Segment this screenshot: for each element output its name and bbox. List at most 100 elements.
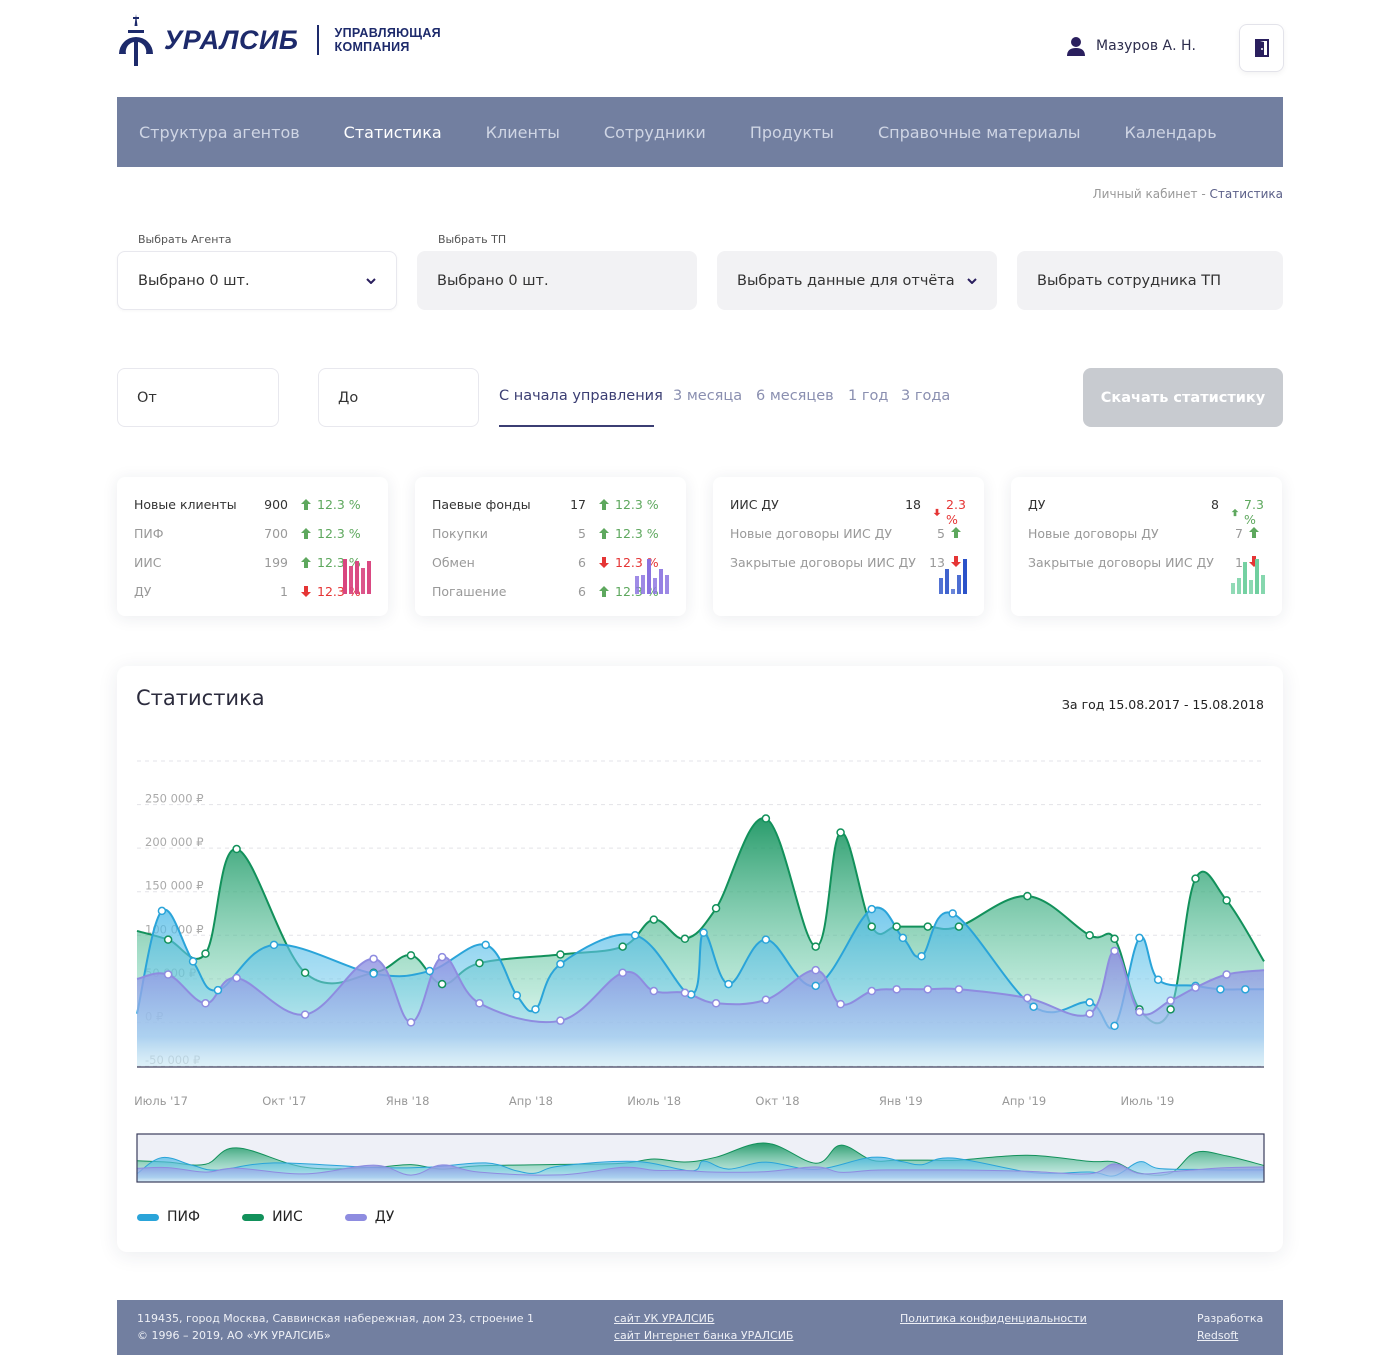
stat-card-mini-chart — [1231, 559, 1265, 594]
data-point-pif — [699, 928, 708, 937]
stat-label: ИИС — [134, 555, 162, 570]
data-point-iis — [437, 979, 447, 989]
mini-chart-bar — [939, 578, 943, 594]
agent-select-value: Выбрано 0 шт. — [138, 272, 250, 289]
data-point-du — [954, 985, 964, 994]
nav-item-products[interactable]: Продукты — [750, 123, 834, 142]
data-point-iis — [892, 922, 901, 931]
mini-chart-bar — [1243, 562, 1247, 594]
data-point-pif — [531, 1005, 540, 1014]
stat-card-iis-du[interactable]: ИИС ДУ 18 2.3 % Новые договоры ИИС ДУ 5 Закры… — [713, 477, 984, 616]
legend-item-iis[interactable]: ИИС — [242, 1209, 303, 1225]
data-point-du — [711, 999, 721, 1008]
footer-link-bank[interactable]: сайт Интернет банка УРАЛСИБ — [614, 1329, 793, 1342]
logout-door-icon — [1254, 39, 1269, 57]
stat-card-du[interactable]: ДУ 8 7.3 % Новые договоры ДУ 7 Закрытые догов… — [1011, 477, 1282, 616]
data-point-pif — [898, 933, 908, 943]
agent-select[interactable]: Выбрано 0 шт. — [117, 251, 397, 310]
data-point-du — [201, 999, 210, 1008]
data-point-pif — [1241, 985, 1250, 994]
statistics-area-chart[interactable]: 250 000 ₽200 000 ₽150 000 ₽100 000 ₽50 0… — [117, 736, 1283, 1186]
arrow-down-icon — [599, 557, 609, 568]
date-to-input[interactable]: До — [318, 368, 479, 427]
data-point-pif — [867, 904, 876, 914]
footer-links: сайт УК УРАЛСИБ сайт Интернет банка УРАЛ… — [614, 1310, 793, 1344]
mini-chart-bar — [1231, 583, 1235, 594]
legend-item-pif[interactable]: ПИФ — [137, 1209, 200, 1225]
y-axis-tick-label: 150 000 ₽ — [145, 879, 204, 893]
data-point-pif — [1216, 985, 1225, 994]
mini-chart-bar — [355, 561, 359, 594]
data-point-iis — [1166, 1005, 1175, 1014]
data-point-pif — [724, 979, 733, 989]
data-point-pif — [1085, 998, 1094, 1007]
date-from-placeholder: От — [137, 389, 157, 406]
legend-label-iis: ИИС — [272, 1209, 303, 1225]
period-tab-3y[interactable]: 3 года — [901, 388, 950, 404]
footer-dev-link[interactable]: Redsoft — [1197, 1329, 1238, 1342]
stat-card-row: Покупки 5 12.3 % — [432, 526, 669, 542]
nav-item-statistics[interactable]: Статистика — [344, 123, 442, 142]
user-profile[interactable]: Мазуров А. Н. — [1066, 36, 1196, 56]
data-point-du — [1135, 1007, 1144, 1017]
stat-value: 6 — [578, 584, 586, 599]
period-tab-indicator — [499, 425, 654, 427]
data-point-du — [300, 1010, 310, 1019]
data-point-iis — [836, 828, 845, 837]
stat-label: ИИС ДУ — [730, 497, 779, 512]
mini-chart-bar — [647, 559, 651, 594]
arrow-down-icon — [301, 586, 311, 597]
legend-item-du[interactable]: ДУ — [344, 1209, 394, 1225]
stat-card-row: ПИФ 700 12.3 % — [134, 526, 371, 542]
data-point-pif — [1029, 1002, 1038, 1011]
stat-card-header: Паевые фонды 17 12.3 % — [432, 497, 669, 513]
period-tab-1y[interactable]: 1 год — [848, 388, 888, 404]
stat-label: Погашение — [432, 584, 507, 599]
employee-select-value: Выбрать сотрудника ТП — [1037, 272, 1222, 289]
data-point-du — [475, 999, 484, 1008]
data-point-pif — [1153, 975, 1163, 984]
data-point-pif — [157, 906, 167, 916]
date-from-input[interactable]: От — [117, 368, 279, 427]
stat-change: 12.3 % — [300, 497, 361, 512]
nav-item-reference[interactable]: Справочные материалы — [878, 123, 1081, 142]
stat-card-row: Обмен 6 12.3 % — [432, 555, 669, 571]
mini-chart-bar — [963, 559, 967, 594]
logo[interactable]: УРАЛСИБ УПРАВЛЯЮЩАЯ КОМПАНИЯ — [116, 12, 441, 68]
stat-card-mutual-funds[interactable]: Паевые фонды 17 12.3 % Покупки 5 12.3 % Обмен 6… — [415, 477, 686, 616]
data-point-du — [1191, 983, 1200, 992]
chart-title: Статистика — [136, 686, 265, 710]
nav-item-clients[interactable]: Клиенты — [486, 123, 560, 142]
data-point-iis — [163, 935, 173, 944]
stat-label: Закрытые договоры ИИС ДУ — [730, 555, 916, 570]
mini-chart-bar — [367, 561, 371, 594]
nav-item-agents[interactable]: Структура агентов — [139, 123, 300, 142]
footer-link-site[interactable]: сайт УК УРАЛСИБ — [614, 1312, 714, 1325]
x-axis-tick-label: Окт '18 — [755, 1094, 799, 1108]
nav-item-calendar[interactable]: Календарь — [1124, 123, 1216, 142]
stat-card-new-clients[interactable]: Новые клиенты 900 12.3 % ПИФ 700 12.3 % ИИС 199… — [117, 477, 388, 616]
y-axis-tick-label: 200 000 ₽ — [145, 835, 204, 849]
stat-label: ДУ — [134, 584, 152, 599]
mini-chart-bar — [951, 589, 955, 594]
nav-item-employees[interactable]: Сотрудники — [604, 123, 706, 142]
tp-select[interactable]: Выбрано 0 шт. — [417, 251, 697, 310]
period-tab-3m[interactable]: 3 месяца — [673, 388, 742, 404]
statistics-panel: Статистика За год 15.08.2017 - 15.08.201… — [117, 666, 1283, 1252]
stat-card-row: Закрытые договоры ИИС ДУ 1 — [1028, 555, 1265, 571]
download-statistics-button[interactable]: Скачать статистику — [1083, 368, 1283, 427]
report-data-select-value: Выбрать данные для отчёта — [737, 272, 955, 289]
footer-link-policy[interactable]: Политика конфиденциальности — [900, 1312, 1087, 1325]
stat-card-header: ИИС ДУ 18 2.3 % — [730, 497, 967, 527]
stat-label: Покупки — [432, 526, 488, 541]
stat-change: 7.3 % — [1231, 497, 1268, 527]
data-point-pif — [630, 931, 640, 940]
stat-change: 12.3 % — [300, 526, 361, 541]
logout-button[interactable] — [1239, 24, 1284, 72]
period-tab-6m[interactable]: 6 месяцев — [756, 388, 834, 404]
report-data-select[interactable]: Выбрать данные для отчёта — [717, 251, 997, 310]
employee-select[interactable]: Выбрать сотрудника ТП — [1017, 251, 1283, 310]
breadcrumb-separator: - — [1197, 187, 1210, 201]
period-tab-all[interactable]: С начала управления — [499, 388, 663, 404]
breadcrumb-parent[interactable]: Личный кабинет — [1093, 187, 1198, 201]
